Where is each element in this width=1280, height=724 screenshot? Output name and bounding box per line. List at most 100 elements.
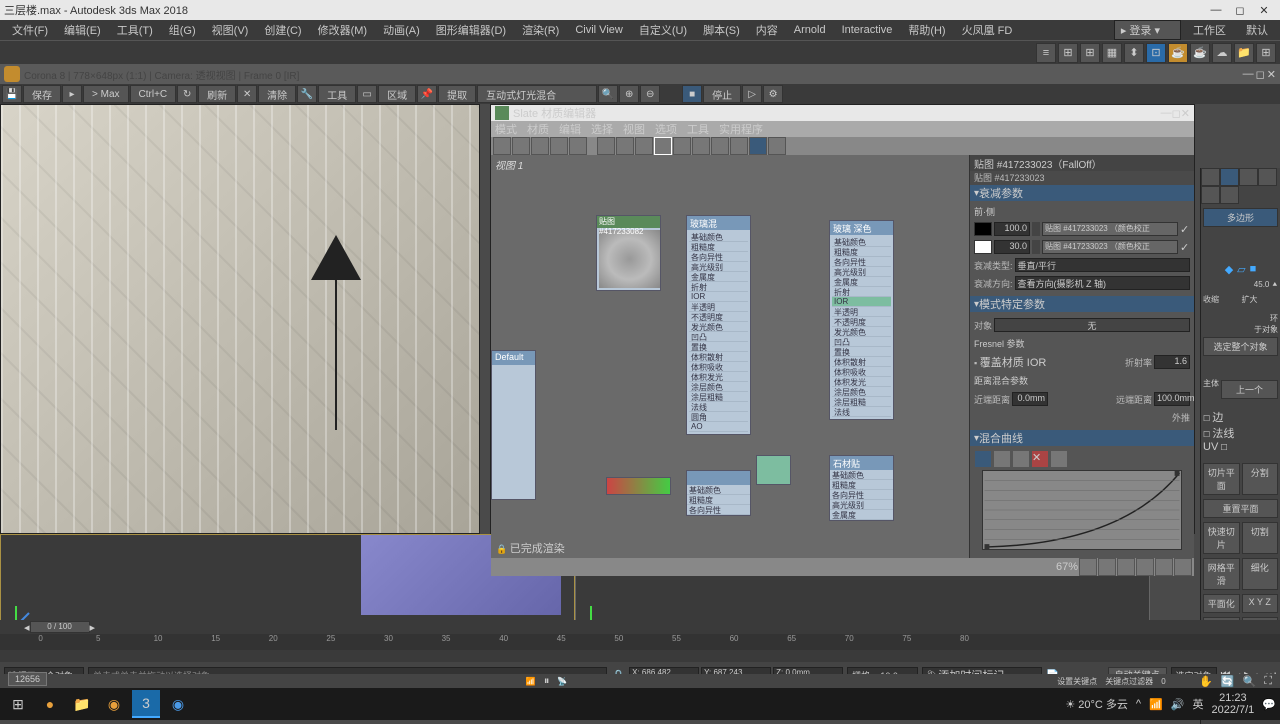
slate-menu-utilities[interactable]: 实用程序 [719,121,763,137]
slate-b-icon[interactable] [692,137,710,155]
frame-field[interactable]: 0 [1161,677,1191,686]
r-zoom-icon[interactable]: 🔍 [598,85,618,103]
object-button[interactable]: 无 [994,318,1190,332]
render-maximize[interactable]: ◻ [1256,68,1265,81]
bitmap-node[interactable]: 贴图 #417233082 [596,215,661,291]
setkey-button[interactable]: 设置关键点 [1057,676,1097,687]
tb-grid2-icon[interactable]: ⊞ [1080,43,1100,63]
r-pick-icon[interactable]: 📌 [417,85,437,103]
notifications-icon[interactable]: 💬 [1262,698,1276,711]
tb-image-icon[interactable]: ▦ [1102,43,1122,63]
slate-pen-icon[interactable] [512,137,530,155]
tb-snap-icon[interactable]: ⊡ [1146,43,1166,63]
tb-grid-icon[interactable]: ⊞ [1058,43,1078,63]
r-x-icon[interactable]: ✕ [237,85,257,103]
tb-panel-icon[interactable]: ⊞ [1256,43,1276,63]
nav-fit-icon[interactable] [1117,558,1135,576]
wifi-tb-icon[interactable]: 📶 [526,677,536,686]
slate-layout3-icon[interactable] [635,137,653,155]
nav-extent-icon[interactable] [1155,558,1173,576]
menu-interactive[interactable]: Interactive [834,24,901,36]
r-zoomout-icon[interactable]: ⊖ [640,85,660,103]
tb-cloud-icon[interactable]: ☁ [1212,43,1232,63]
tab-utilities[interactable] [1220,186,1239,204]
r-refresh-icon[interactable]: ↻ [177,85,197,103]
render-minimize[interactable]: — [1243,68,1254,81]
nav-zoom-icon[interactable] [1098,558,1116,576]
curve-editor[interactable] [982,470,1182,550]
explorer-icon[interactable]: 📁 [68,690,96,718]
slate-menu-edit[interactable]: 编辑 [559,121,581,137]
slate-menu-material[interactable]: 材质 [527,121,549,137]
timeline-next[interactable]: ▸ [90,621,96,634]
render-close[interactable]: ✕ [1267,68,1276,81]
falloff-dir-select[interactable]: 查看方向(摄影机 Z 轴) [1015,276,1190,290]
slate-maximize[interactable]: ◻ [1172,107,1181,120]
map2-button[interactable]: 贴图 #417233023 （颜色校正 [1042,240,1178,254]
menu-animation[interactable]: 动画(A) [375,22,428,38]
slate-list-icon[interactable] [730,137,748,155]
curve-del-icon[interactable]: ✕ [1031,450,1049,468]
material-node2[interactable]: 基础颜色粗糙度各向异性 [686,470,751,516]
slate-menu-options[interactable]: 选项 [655,121,677,137]
nav-pan-icon[interactable] [1136,558,1154,576]
slate-menu-mode[interactable]: 模式 [495,121,517,137]
menu-content[interactable]: 内容 [748,22,786,38]
mix-node[interactable] [606,477,671,495]
tab-create[interactable] [1201,168,1220,186]
r-save[interactable]: 保存 [23,85,61,103]
tb-align-icon[interactable]: ⬍ [1124,43,1144,63]
minimize-button[interactable]: — [1204,2,1228,18]
tray-up-icon[interactable]: ^ [1136,698,1141,710]
tb-list-icon[interactable]: ≡ [1036,43,1056,63]
menu-file[interactable]: 文件(F) [4,22,56,38]
r-tool-icon[interactable]: 🔧 [297,85,317,103]
tab-display[interactable] [1201,186,1220,204]
selectwhole-button[interactable]: 选定整个对象 [1203,337,1278,356]
r-ctrlc[interactable]: Ctrl+C [130,85,177,103]
slate-minimize[interactable]: — [1161,107,1172,119]
node-canvas[interactable]: 视图 1 贴图 #417233082 玻璃混 基础颜色粗糙度 各向异性高光级别 … [491,155,969,558]
menu-arnold[interactable]: Arnold [786,24,834,36]
curve-add-icon[interactable] [1012,450,1030,468]
menu-tools[interactable]: 工具(T) [109,22,161,38]
volume-icon[interactable]: 🔊 [1171,698,1185,711]
menu-view[interactable]: 视图(V) [204,22,257,38]
r-clear[interactable]: 清除 [258,85,296,103]
r-max[interactable]: > Max [83,85,129,103]
curve-move-icon[interactable] [974,450,992,468]
reset-button[interactable]: 重置平面 [1203,499,1278,518]
workspace-label[interactable]: 工作区 [1185,22,1234,38]
slate-layout1-icon[interactable] [597,137,615,155]
rollout-curve[interactable]: ▾ 混合曲线 [970,430,1194,446]
so-vertex-icon[interactable]: ◆ [1225,263,1233,276]
color2-swatch[interactable] [974,240,992,254]
edge-icon[interactable]: ◉ [164,690,192,718]
ime-icon[interactable]: 英 [1192,696,1203,712]
slate-menu-view[interactable]: 视图 [623,121,645,137]
r-refresh[interactable]: 刷新 [198,85,236,103]
r-play-icon[interactable]: ▷ [742,85,762,103]
nav-home-icon[interactable] [1079,558,1097,576]
spinner1[interactable] [1032,222,1040,236]
slate-layout2-icon[interactable] [616,137,634,155]
map1-button[interactable]: 贴图 #417233023 （颜色校正 [1042,222,1178,236]
login-dropdown[interactable]: ▸ 登录 ▾ [1114,20,1181,40]
menu-help[interactable]: 帮助(H) [900,22,953,38]
timeline-position[interactable]: 0 / 100 [30,621,90,633]
r-pick[interactable]: 提取 [438,85,476,103]
value1-field[interactable]: 100.0 [994,222,1030,236]
menu-group[interactable]: 组(G) [161,22,204,38]
menu-edit[interactable]: 编辑(E) [56,22,109,38]
workspace-default[interactable]: 默认 [1238,22,1276,38]
msmooth-button[interactable]: 网格平滑 [1203,558,1240,590]
r-settings-icon[interactable]: ⚙ [763,85,783,103]
split-button[interactable]: 分割 [1242,463,1279,495]
r-region[interactable]: 区域 [378,85,416,103]
slate-menu-select[interactable]: 选择 [591,121,613,137]
tb-folder-icon[interactable]: 📁 [1234,43,1254,63]
slate-eyedrop-icon[interactable] [531,137,549,155]
color1-swatch[interactable] [974,222,992,236]
menu-scripting[interactable]: 脚本(S) [695,22,748,38]
so-edge-icon[interactable]: ▱ [1237,263,1245,276]
